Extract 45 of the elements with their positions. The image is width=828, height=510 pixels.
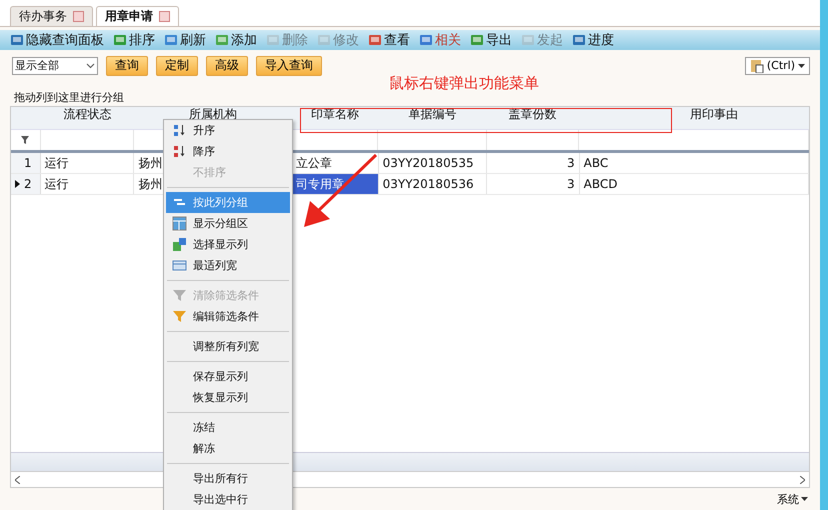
toolbar-button[interactable]: 查看 bbox=[368, 31, 410, 49]
table-cell: 运行 bbox=[40, 153, 134, 173]
toolbar-button[interactable]: 隐藏查询面板 bbox=[10, 31, 104, 49]
table-cell: 司专用章 bbox=[292, 174, 379, 194]
toolbar-button[interactable]: 添加 bbox=[215, 31, 257, 49]
group-panel-hint: 拖动列到这里进行分组 bbox=[13, 90, 125, 106]
column-header[interactable]: 用印事由 bbox=[578, 107, 809, 129]
toolbar-button[interactable]: 导出 bbox=[470, 31, 512, 49]
row-header[interactable]: 2 bbox=[11, 174, 41, 194]
query-button[interactable]: 导入查询 bbox=[256, 56, 322, 76]
table-cell: ABC bbox=[580, 153, 810, 173]
table-cell: 3 bbox=[486, 153, 580, 173]
menu-item[interactable]: 导出所有行 bbox=[166, 468, 290, 489]
toolbar-button[interactable]: 排序 bbox=[113, 31, 155, 49]
table-cell: 03YY20180536 bbox=[378, 174, 487, 194]
table-cell: 03YY20180535 bbox=[378, 153, 487, 173]
menu-item[interactable]: 显示分组区 bbox=[166, 213, 290, 234]
menu-item[interactable]: 调整所有列宽 bbox=[166, 336, 290, 357]
display-dropdown[interactable]: 显示全部 bbox=[12, 56, 98, 74]
system-dropdown[interactable]: 系统 bbox=[777, 492, 808, 506]
toolbar-button[interactable]: 进度 bbox=[572, 31, 614, 49]
menu-item[interactable]: 保存显示列 bbox=[166, 366, 290, 387]
tab[interactable]: 用章申请 bbox=[96, 6, 179, 26]
column-header[interactable]: 印章名称 bbox=[292, 107, 378, 129]
column-header[interactable]: 流程状态 bbox=[40, 107, 134, 129]
annotation-text: 鼠标右键弹出功能菜单 bbox=[389, 76, 540, 90]
query-button[interactable]: 定制 bbox=[156, 56, 198, 76]
table-cell: ABCD bbox=[580, 174, 810, 194]
menu-item[interactable]: 恢复显示列 bbox=[166, 387, 290, 408]
menu-item[interactable]: 编辑筛选条件 bbox=[166, 306, 290, 327]
query-button[interactable]: 查询 bbox=[106, 56, 148, 76]
tab[interactable]: 待办事务 bbox=[10, 6, 93, 26]
query-button[interactable]: 高级 bbox=[206, 56, 248, 76]
menu-item[interactable]: 解冻 bbox=[166, 438, 290, 459]
menu-item[interactable]: 冻结 bbox=[166, 417, 290, 438]
row-header[interactable]: 1 bbox=[11, 153, 41, 173]
table-cell: 运行 bbox=[40, 174, 134, 194]
table-cell: 3 bbox=[486, 174, 580, 194]
menu-item[interactable]: 导出选中行 bbox=[166, 489, 290, 510]
menu-item[interactable]: 升序 bbox=[166, 120, 290, 141]
paste-options-button[interactable]: (Ctrl) bbox=[744, 56, 810, 74]
menu-item[interactable]: 选择显示列 bbox=[166, 234, 290, 255]
toolbar-button[interactable]: 刷新 bbox=[164, 31, 206, 49]
toolbar-button[interactable]: 相关 bbox=[419, 31, 461, 49]
menu-item[interactable]: 最适列宽 bbox=[166, 255, 290, 276]
